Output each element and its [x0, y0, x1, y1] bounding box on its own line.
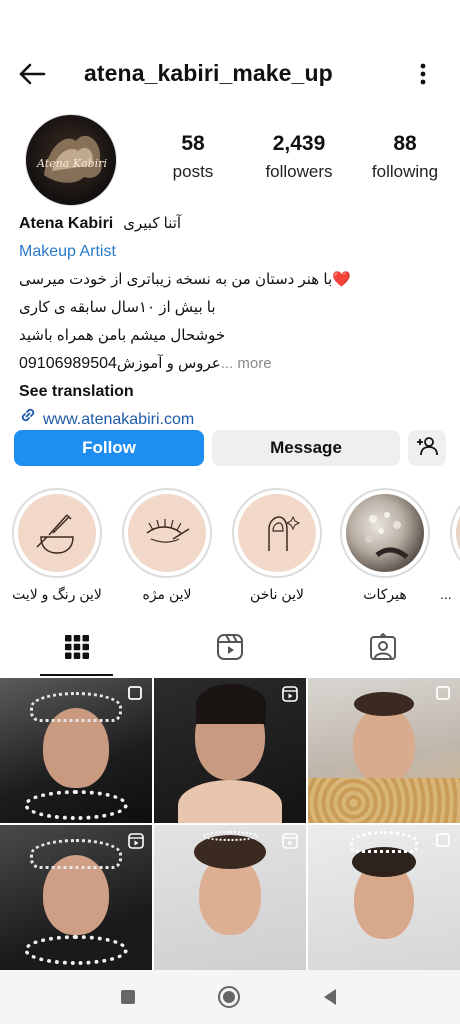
heart-emoji: ❤️	[332, 271, 351, 288]
bio-phone[interactable]: 09106989504	[19, 355, 117, 372]
carousel-icon	[436, 833, 452, 854]
post-thumbnail[interactable]	[154, 825, 306, 970]
highlight-ring	[12, 488, 102, 578]
bio-line-1-text: با هنر دستان من به نسخه زیباتری از خودت …	[19, 271, 333, 288]
post-thumbnail[interactable]	[0, 825, 152, 970]
system-nav-bar	[0, 970, 460, 1024]
highlight-label: لاین ناخن	[250, 586, 304, 602]
bio-line-3: خوشحال میشم بامن همراه باشید	[19, 327, 226, 344]
highlight-item[interactable]: لاین رنگ و لایت	[2, 488, 112, 603]
partial-highlight	[456, 494, 460, 572]
post-grid	[0, 678, 460, 970]
display-name-persian: آتنا کبیری	[123, 215, 182, 232]
nail-icon	[238, 494, 316, 572]
reels-icon	[216, 633, 244, 666]
post-thumbnail[interactable]	[0, 678, 152, 823]
stat-followers-value: 2,439	[272, 132, 326, 155]
highlight-item[interactable]: لاین مژه	[112, 488, 222, 603]
carousel-icon	[436, 686, 452, 707]
stat-followers-label: followers	[265, 162, 333, 181]
top-bar: atena_kabiri_make_up	[0, 48, 460, 100]
highlight-item[interactable]: ...	[440, 488, 460, 602]
highlight-item[interactable]: هیرکات	[330, 488, 440, 603]
tagged-icon	[369, 632, 397, 666]
bio-more-link[interactable]: ... more	[221, 355, 272, 372]
more-options-icon[interactable]	[410, 58, 436, 90]
stat-posts[interactable]: 58 posts	[140, 132, 246, 182]
suggested-users-button[interactable]	[408, 430, 446, 466]
carousel-icon	[128, 686, 144, 707]
stat-following[interactable]: 88 following	[352, 132, 458, 182]
tab-grid[interactable]	[0, 622, 153, 676]
grid-icon	[64, 634, 90, 665]
avatar-signature-text: Atena Kabiri	[36, 157, 107, 170]
active-tab-indicator	[40, 674, 113, 676]
profile-tabs	[0, 622, 460, 676]
eyelash-icon	[128, 494, 206, 572]
highlight-label: لاین رنگ و لایت	[12, 586, 102, 602]
stat-following-label: following	[371, 162, 439, 181]
bio-line-1: ❤️با هنر دستان من به نسخه زیباتری از خود…	[19, 266, 444, 294]
story-highlights: لاین رنگ و لایت لاین مژه لاین ناخن هیرکا…	[0, 488, 460, 608]
reels-icon	[282, 833, 298, 854]
follow-button[interactable]: Follow	[14, 430, 204, 466]
profile-stats: 58 posts 2,439 followers 88 following	[140, 132, 460, 182]
highlight-ring	[122, 488, 212, 578]
profile-avatar[interactable]: Atena Kabiri	[25, 114, 117, 206]
post-thumbnail[interactable]	[308, 678, 460, 823]
profile-username: atena_kabiri_make_up	[84, 60, 333, 86]
back-nav-icon[interactable]	[315, 982, 345, 1012]
recents-icon[interactable]	[113, 982, 143, 1012]
display-name: Atena Kabiri	[19, 215, 114, 232]
back-arrow-icon[interactable]	[14, 58, 50, 90]
haircut-photo	[346, 494, 424, 572]
highlight-label: لاین مژه	[142, 586, 192, 602]
highlight-ring	[450, 488, 460, 578]
see-translation-link[interactable]: See translation	[19, 378, 444, 406]
highlight-ring	[340, 488, 430, 578]
highlight-item[interactable]: لاین ناخن	[222, 488, 332, 603]
profile-bio: Atena Kabiri آتنا کبیری Makeup Artist ❤️…	[19, 210, 444, 434]
highlight-label: هیرکات	[363, 586, 407, 602]
tab-tagged[interactable]	[306, 622, 459, 676]
tab-reels[interactable]	[153, 622, 306, 676]
add-user-icon	[416, 436, 438, 461]
name-row: Atena Kabiri آتنا کبیری	[19, 210, 444, 238]
highlight-ring	[232, 488, 322, 578]
message-button[interactable]: Message	[212, 430, 400, 466]
stat-posts-value: 58	[181, 132, 205, 155]
reels-icon	[128, 833, 144, 854]
home-icon[interactable]	[214, 982, 244, 1012]
profile-category[interactable]: Makeup Artist	[19, 238, 444, 266]
stat-posts-label: posts	[172, 162, 214, 181]
stat-following-value: 88	[393, 132, 417, 155]
stat-followers[interactable]: 2,439 followers	[246, 132, 352, 182]
post-thumbnail[interactable]	[308, 825, 460, 970]
bio-line-4: 09106989504عروس و آموزش... more	[19, 350, 444, 378]
bio-line-4-text: عروس و آموزش	[116, 355, 221, 372]
highlight-label: ...	[440, 586, 452, 602]
reels-icon	[282, 686, 298, 707]
hair-color-bowl-icon	[18, 494, 96, 572]
profile-actions: Follow Message	[14, 430, 446, 466]
post-thumbnail[interactable]	[154, 678, 306, 823]
bio-line-2: با بیش از ۱۰سال سابقه ی کاری	[19, 299, 216, 316]
